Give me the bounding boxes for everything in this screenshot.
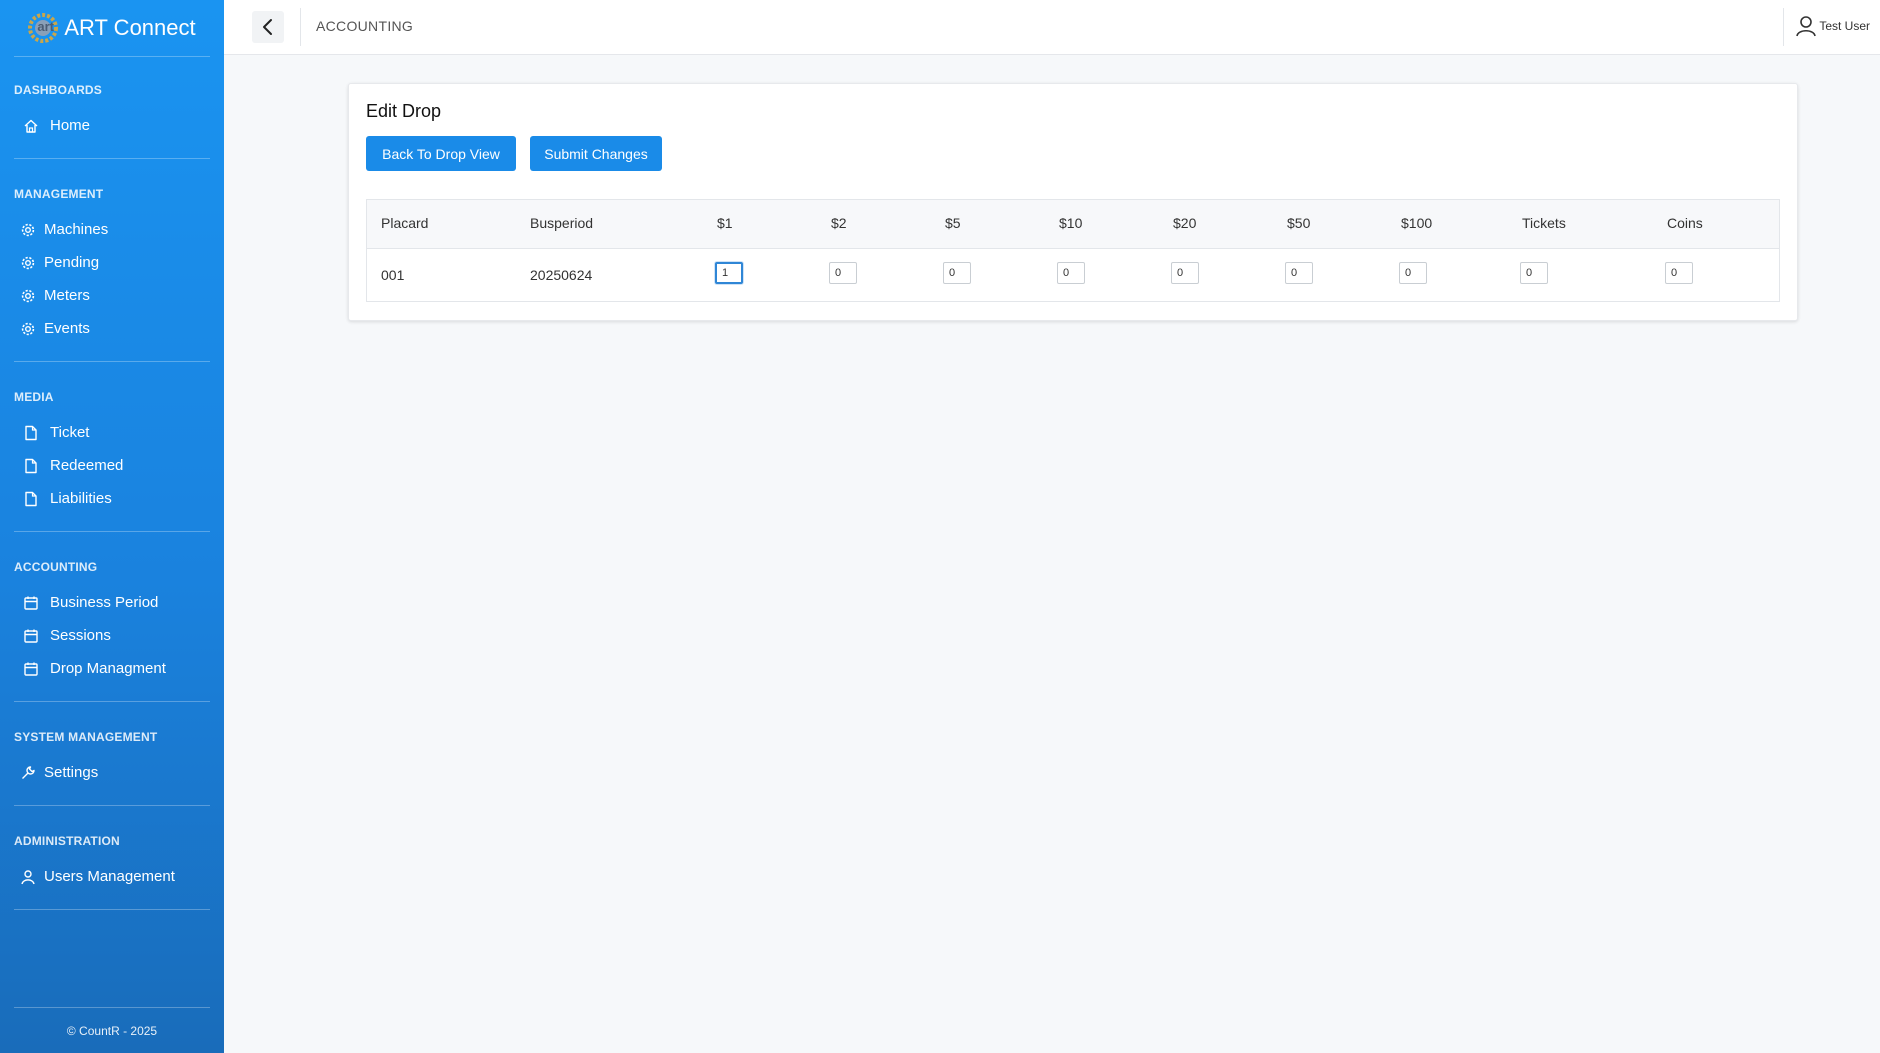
calendar-icon	[20, 628, 50, 644]
column-header: Coins	[1667, 215, 1703, 231]
nav-section-title: ADMINISTRATION	[14, 834, 120, 848]
file-icon	[20, 491, 50, 507]
divider	[300, 8, 301, 46]
sidebar-item-home[interactable]: Home	[14, 109, 210, 142]
sidebar-item-label: Pending	[44, 254, 100, 271]
nav-section-administration: ADMINISTRATION Users Management	[14, 806, 210, 910]
logo-icon: art	[28, 11, 62, 45]
sidebar-nav: DASHBOARDS Home MANAGEMENT Machines Pending M…	[0, 57, 224, 910]
file-icon	[20, 458, 50, 474]
column-header: Placard	[381, 215, 429, 231]
sidebar-item-pending[interactable]: Pending	[14, 246, 210, 279]
denomination-input-usd20[interactable]	[1171, 262, 1199, 284]
sidebar-item-liabilities[interactable]: Liabilities	[14, 482, 210, 515]
column-header: $20	[1173, 215, 1197, 231]
user-icon	[20, 869, 44, 885]
user-icon	[1796, 16, 1817, 37]
column-header: $50	[1287, 215, 1311, 231]
edit-drop-card: Edit Drop Back To Drop View Submit Chang…	[348, 83, 1798, 321]
denomination-input-usd100[interactable]	[1399, 262, 1427, 284]
column-header: Busperiod	[530, 215, 594, 231]
drop-table: Placard Busperiod $1 $2 $5 $10 $20 $50 $100 Ticke…	[366, 199, 1780, 302]
sidebar-item-events[interactable]: Events	[14, 312, 210, 345]
chevron-left-icon	[263, 19, 272, 35]
gear-icon	[20, 255, 44, 271]
sidebar-item-label: Events	[44, 320, 90, 337]
calendar-icon	[20, 595, 50, 611]
sidebar-item-label: Sessions	[50, 627, 111, 644]
column-header: $100	[1401, 215, 1433, 231]
sidebar-item-ticket[interactable]: Ticket	[14, 416, 210, 449]
nav-section-management: MANAGEMENT Machines Pending Meters Events	[14, 159, 210, 362]
sidebar-item-business-period[interactable]: Business Period	[14, 586, 210, 619]
sidebar-item-redeemed[interactable]: Redeemed	[14, 449, 210, 482]
sidebar-item-label: Ticket	[50, 424, 90, 441]
wrench-icon	[20, 765, 44, 781]
brand[interactable]: art ART Connect	[14, 0, 210, 57]
sidebar-item-users-management[interactable]: Users Management	[14, 860, 210, 893]
user-name: Test User	[1819, 19, 1870, 33]
nav-section-media: MEDIA Ticket Redeemed Liabilities	[14, 362, 210, 532]
sidebar-item-label: Machines	[44, 221, 109, 238]
sidebar-item-meters[interactable]: Meters	[14, 279, 210, 312]
page-title: Edit Drop	[366, 101, 442, 121]
brand-name: ART Connect	[64, 15, 196, 40]
divider	[1783, 8, 1784, 46]
nav-section-title: SYSTEM MANAGEMENT	[14, 730, 158, 744]
nav-section-accounting: ACCOUNTING Business Period Sessions Drop Ma…	[14, 532, 210, 702]
sidebar: art ART Connect DASHBOARDS Home MANAGEMENT…	[0, 0, 224, 1053]
top-bar: ACCOUNTING Test User	[224, 0, 1880, 55]
column-header: $5	[945, 215, 961, 231]
column-header: $10	[1059, 215, 1083, 231]
sidebar-item-machines[interactable]: Machines	[14, 213, 210, 246]
sidebar-item-label: Liabilities	[50, 490, 112, 507]
sidebar-footer: © CountR - 2025	[14, 1007, 210, 1053]
sidebar-item-label: Meters	[44, 287, 90, 304]
nav-section-dashboards: DASHBOARDS Home	[14, 57, 210, 159]
denomination-input-usd2[interactable]	[829, 262, 857, 284]
sidebar-item-label: Drop Managment	[50, 660, 166, 677]
gear-icon	[20, 222, 44, 238]
collapse-sidebar-button[interactable]	[252, 11, 284, 43]
column-header: Tickets	[1522, 215, 1566, 231]
submit-changes-button[interactable]: Submit Changes	[530, 136, 662, 171]
file-icon	[20, 425, 50, 441]
nav-section-system-management: SYSTEM MANAGEMENT Settings	[14, 702, 210, 806]
sidebar-item-label: Users Management	[44, 868, 175, 885]
nav-section-title: MEDIA	[14, 390, 54, 404]
nav-section-title: MANAGEMENT	[14, 187, 104, 201]
sidebar-item-label: Settings	[44, 764, 99, 781]
sidebar-item-label: Redeemed	[50, 457, 124, 474]
gear-icon	[20, 288, 44, 304]
column-header: $1	[717, 215, 733, 231]
nav-section-title: DASHBOARDS	[14, 83, 103, 97]
denomination-input-coins[interactable]	[1665, 262, 1693, 284]
denomination-input-tickets[interactable]	[1520, 262, 1548, 284]
logo-text: art	[37, 19, 54, 34]
nav-section-title: ACCOUNTING	[14, 560, 98, 574]
back-to-drop-view-button[interactable]: Back To Drop View	[366, 136, 516, 171]
denomination-input-usd1[interactable]	[715, 262, 743, 284]
breadcrumb: ACCOUNTING	[316, 18, 414, 34]
denomination-input-usd10[interactable]	[1057, 262, 1085, 284]
sidebar-item-label: Home	[50, 117, 91, 134]
denomination-input-usd50[interactable]	[1285, 262, 1313, 284]
placard-cell: 001	[381, 267, 405, 283]
column-header: $2	[831, 215, 847, 231]
sidebar-item-label: Business Period	[50, 594, 159, 611]
sidebar-item-drop-managment[interactable]: Drop Managment	[14, 652, 210, 685]
denomination-input-usd5[interactable]	[943, 262, 971, 284]
calendar-icon	[20, 661, 50, 677]
home-icon	[20, 118, 50, 134]
gear-icon	[20, 321, 44, 337]
busperiod-cell: 20250624	[530, 267, 593, 283]
user-menu[interactable]: Test User	[1795, 15, 1870, 37]
sidebar-item-settings[interactable]: Settings	[14, 756, 210, 789]
sidebar-item-sessions[interactable]: Sessions	[14, 619, 210, 652]
